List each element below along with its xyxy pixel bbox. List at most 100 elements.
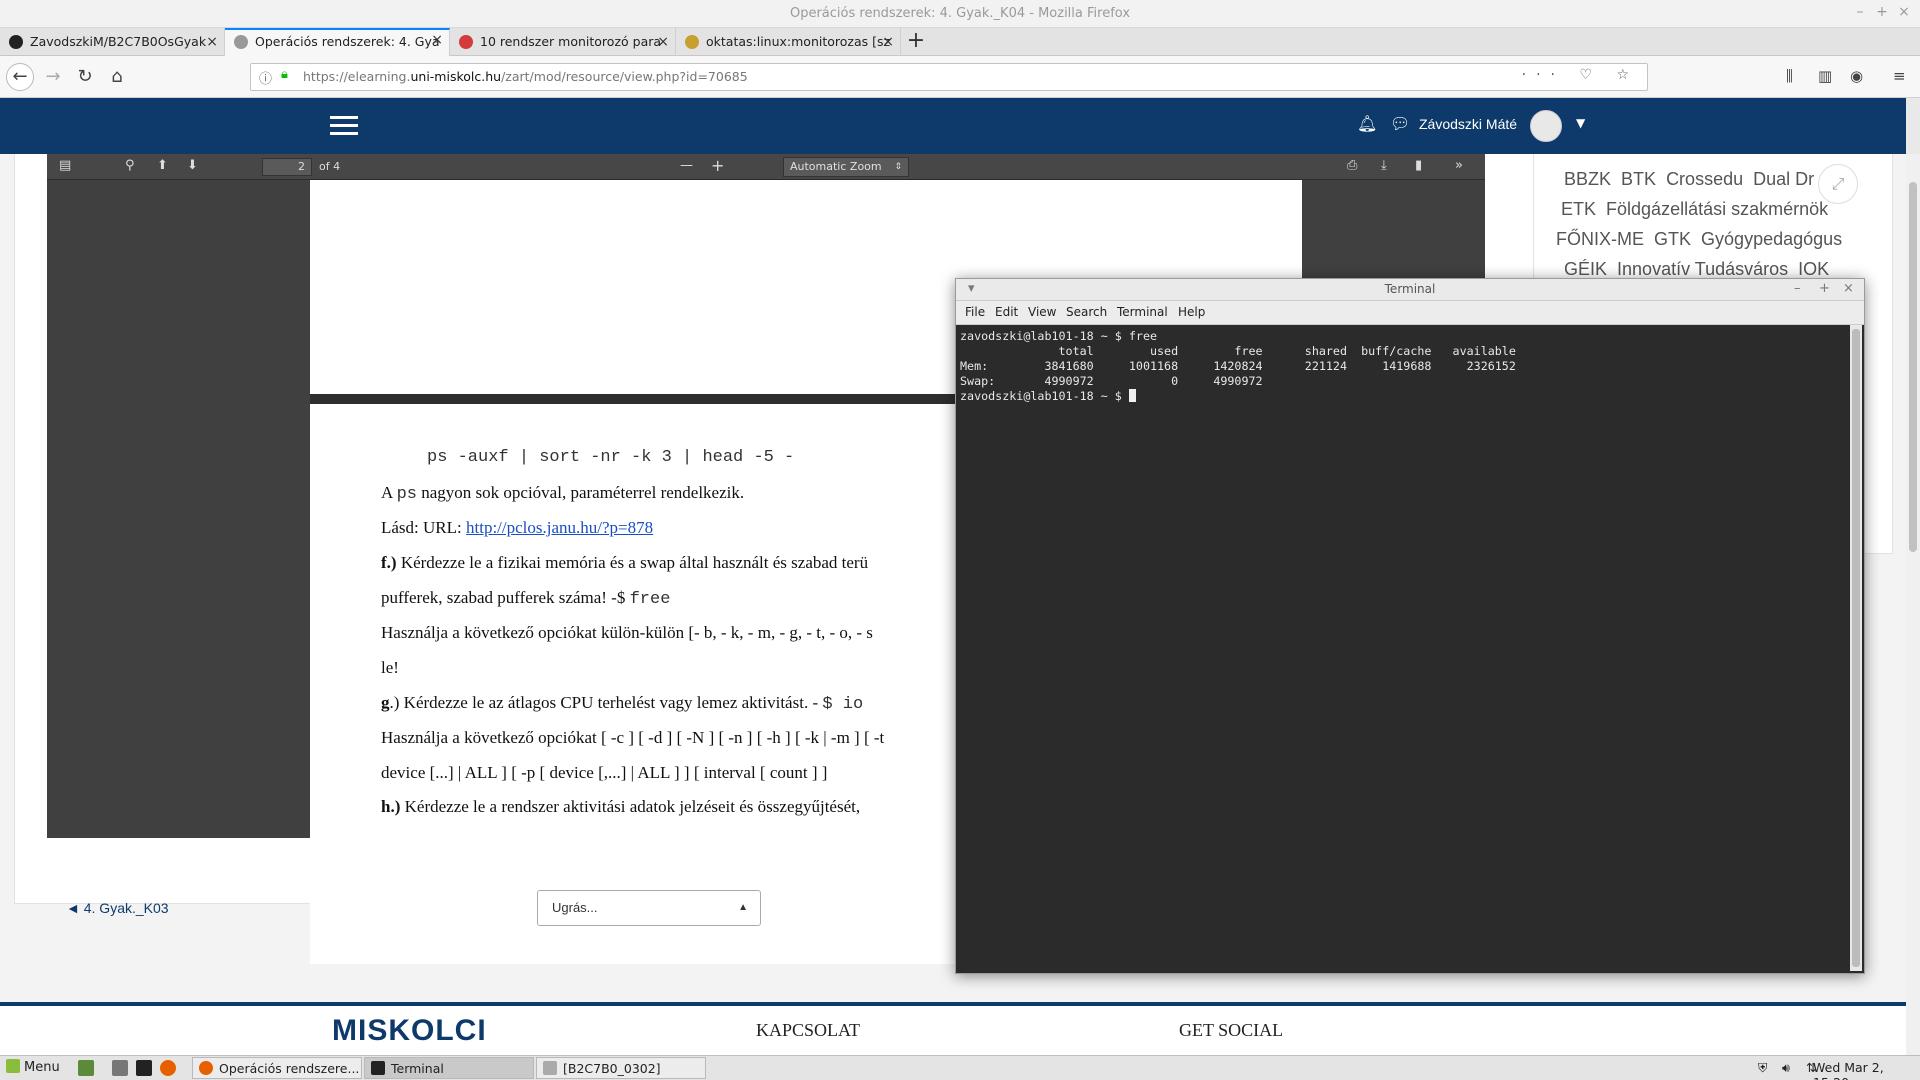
ps-command: ps -auxf | sort -nr -k 3 | head -5 - [427,448,795,467]
tag[interactable]: BTK [1621,169,1656,189]
menu-icon[interactable]: ≡ [1893,67,1906,85]
hamburger-icon[interactable] [330,116,358,136]
account-icon[interactable]: ◉ [1850,67,1863,85]
firefox-launcher-icon[interactable] [160,1060,176,1076]
tag[interactable]: Földgázellátási szakmérnök [1606,199,1828,219]
maximize-icon[interactable]: + [1873,4,1891,20]
reload-button[interactable]: ↻ [72,64,98,90]
shield-icon[interactable]: ⛨ [1758,1060,1767,1076]
print-icon[interactable]: ⎙ [1347,158,1357,173]
tag[interactable]: Innovatív Tudásváros [1617,259,1788,279]
tab-close-icon[interactable]: × [882,28,894,56]
terminal-minimize-icon[interactable]: – [1794,281,1801,296]
clock[interactable]: Wed Mar 2, 15:20 [1813,1060,1920,1080]
prev-activity-link[interactable]: ◄ 4. Gyak._K03 [66,900,169,916]
tag[interactable]: BBZK [1564,169,1611,189]
task-firefox[interactable]: Operációs rendszere... [192,1057,362,1079]
jump-select[interactable]: Ugrás... ▲ [537,890,761,926]
close-icon[interactable]: × [1895,4,1913,20]
tab-github[interactable]: ZavodszkiM/B2C7B0OsGyak × [0,28,225,56]
tools-icon[interactable]: » [1455,158,1463,173]
back-button[interactable]: ← [6,63,34,91]
next-page-icon[interactable]: ⬇ [187,158,198,173]
bookmark-icon[interactable]: ▮ [1415,158,1422,173]
new-tab-button[interactable]: + [902,28,930,56]
zoom-out-icon[interactable]: — [680,158,693,173]
tab-wiki[interactable]: oktatas:linux:monitorozas [sz × [676,28,901,56]
mint-logo-icon [6,1059,20,1073]
sidebar-toggle-icon[interactable]: ▤ [59,158,71,173]
download-icon[interactable]: ⤓ [1381,158,1387,173]
info-icon[interactable]: ⓘ [259,68,272,87]
bell-icon[interactable]: 🔔︎ [1357,114,1377,133]
minimize-icon[interactable]: – [1851,4,1869,20]
show-desktop-icon[interactable] [78,1060,94,1076]
lock-icon[interactable]: 🔒︎ [281,67,288,82]
tab-label: oktatas:linux:monitorozas [sz [706,34,891,49]
address-bar[interactable]: ⓘ 🔒︎ https://elearning.uni-miskolc.hu/za… [250,63,1648,91]
terminal-line: Mem: 3841680 1001168 1420824 221124 1419… [960,359,1516,373]
sidebar-icon[interactable]: ▥ [1818,67,1832,85]
page-number-input[interactable]: 2 [262,158,312,176]
home-button[interactable]: ⌂ [104,64,130,90]
zoom-in-icon[interactable]: + [711,156,724,175]
tag[interactable]: GTK [1654,229,1691,249]
tag-row-4: GÉIK Innovatív Tudásváros IOK [1564,259,1829,280]
task-folder[interactable]: [B2C7B0_0302] [536,1057,706,1079]
search-icon[interactable]: ⚲ [125,158,135,173]
files-icon[interactable] [112,1060,128,1076]
terminal-scrollbar[interactable] [1850,325,1862,971]
tag[interactable]: Crossedu [1666,169,1743,189]
tab-monitor-params[interactable]: 10 rendszer monitorozó para × [450,28,676,56]
university-logo: MISKOLCI [332,1014,487,1047]
terminal-output[interactable]: zavodszki@lab101-18 ~ $ free total used … [958,325,1848,971]
tab-strip: ZavodszkiM/B2C7B0OsGyak × Operációs rend… [0,28,1920,57]
doc-line-f-end: le! [381,658,399,677]
tab-close-icon[interactable]: × [206,28,218,56]
tag[interactable]: ETK [1561,199,1596,219]
menu-search[interactable]: Search [1066,305,1107,319]
tab-close-icon[interactable]: × [657,28,669,56]
tag[interactable]: GÉIK [1564,259,1607,279]
menu-view[interactable]: View [1028,305,1056,319]
tag-row-2: ETK Földgázellátási szakmérnök [1561,199,1828,220]
forward-button[interactable]: → [40,64,66,90]
tag[interactable]: IOK [1798,259,1829,279]
menu-terminal[interactable]: Terminal [1117,305,1168,319]
footer-contact-heading: KAPCSOLAT [756,1020,861,1040]
previous-page-icon[interactable]: ⬆ [157,158,168,173]
tab-close-icon[interactable]: × [431,30,443,52]
menu-edit[interactable]: Edit [995,305,1018,319]
tag[interactable]: Dual Dr [1753,169,1814,189]
doc-link[interactable]: http://pclos.janu.hu/?p=878 [466,518,653,537]
menu-help[interactable]: Help [1178,305,1205,319]
doc-line-lasd: Lásd: URL: http://pclos.janu.hu/?p=878 [381,518,654,537]
taskbar: Menu Operációs rendszere... Terminal [B2… [0,1055,1920,1080]
url-text[interactable]: https://elearning.uni-miskolc.hu/zart/mo… [303,69,748,84]
terminal-launcher-icon[interactable] [136,1060,152,1076]
zoom-select[interactable]: Automatic Zoom ⇕ [783,157,909,177]
library-icon[interactable]: ⫼ [1786,67,1793,85]
site-footer: MISKOLCI KAPCSOLAT GET SOCIAL [0,1002,1906,1055]
page-actions[interactable]: ··· ♡ ☆ [1522,67,1639,83]
terminal-menubar: File Edit View Search Terminal Help [956,301,1864,325]
user-name[interactable]: Závodszki Máté [1419,116,1517,132]
terminal-titlebar[interactable]: ▾ Terminal – + × [956,279,1864,301]
tab-moodle[interactable]: Operációs rendszerek: 4. Gya × [225,28,450,57]
terminal-maximize-icon[interactable]: + [1819,281,1830,296]
tag[interactable]: FŐNIX-ME [1556,229,1644,249]
menu-file[interactable]: File [965,305,985,319]
chat-icon[interactable]: 💬︎ [1390,114,1410,133]
avatar[interactable] [1530,110,1562,142]
page-scrollbar[interactable] [1906,154,1920,1055]
terminal-close-icon[interactable]: × [1843,281,1854,296]
tab-label: Operációs rendszerek: 4. Gya [255,34,440,49]
task-terminal[interactable]: Terminal [364,1057,534,1079]
start-menu-button[interactable]: Menu [6,1059,60,1075]
page-total: of 4 [319,160,341,173]
expand-icon[interactable]: ⤢ [1818,164,1858,204]
chevron-down-icon[interactable]: ▼ [1576,116,1585,130]
terminal-cursor [1128,389,1136,402]
volume-icon[interactable]: 🔊︎ [1782,1060,1790,1076]
tag[interactable]: Gyógypedagógus [1701,229,1842,249]
